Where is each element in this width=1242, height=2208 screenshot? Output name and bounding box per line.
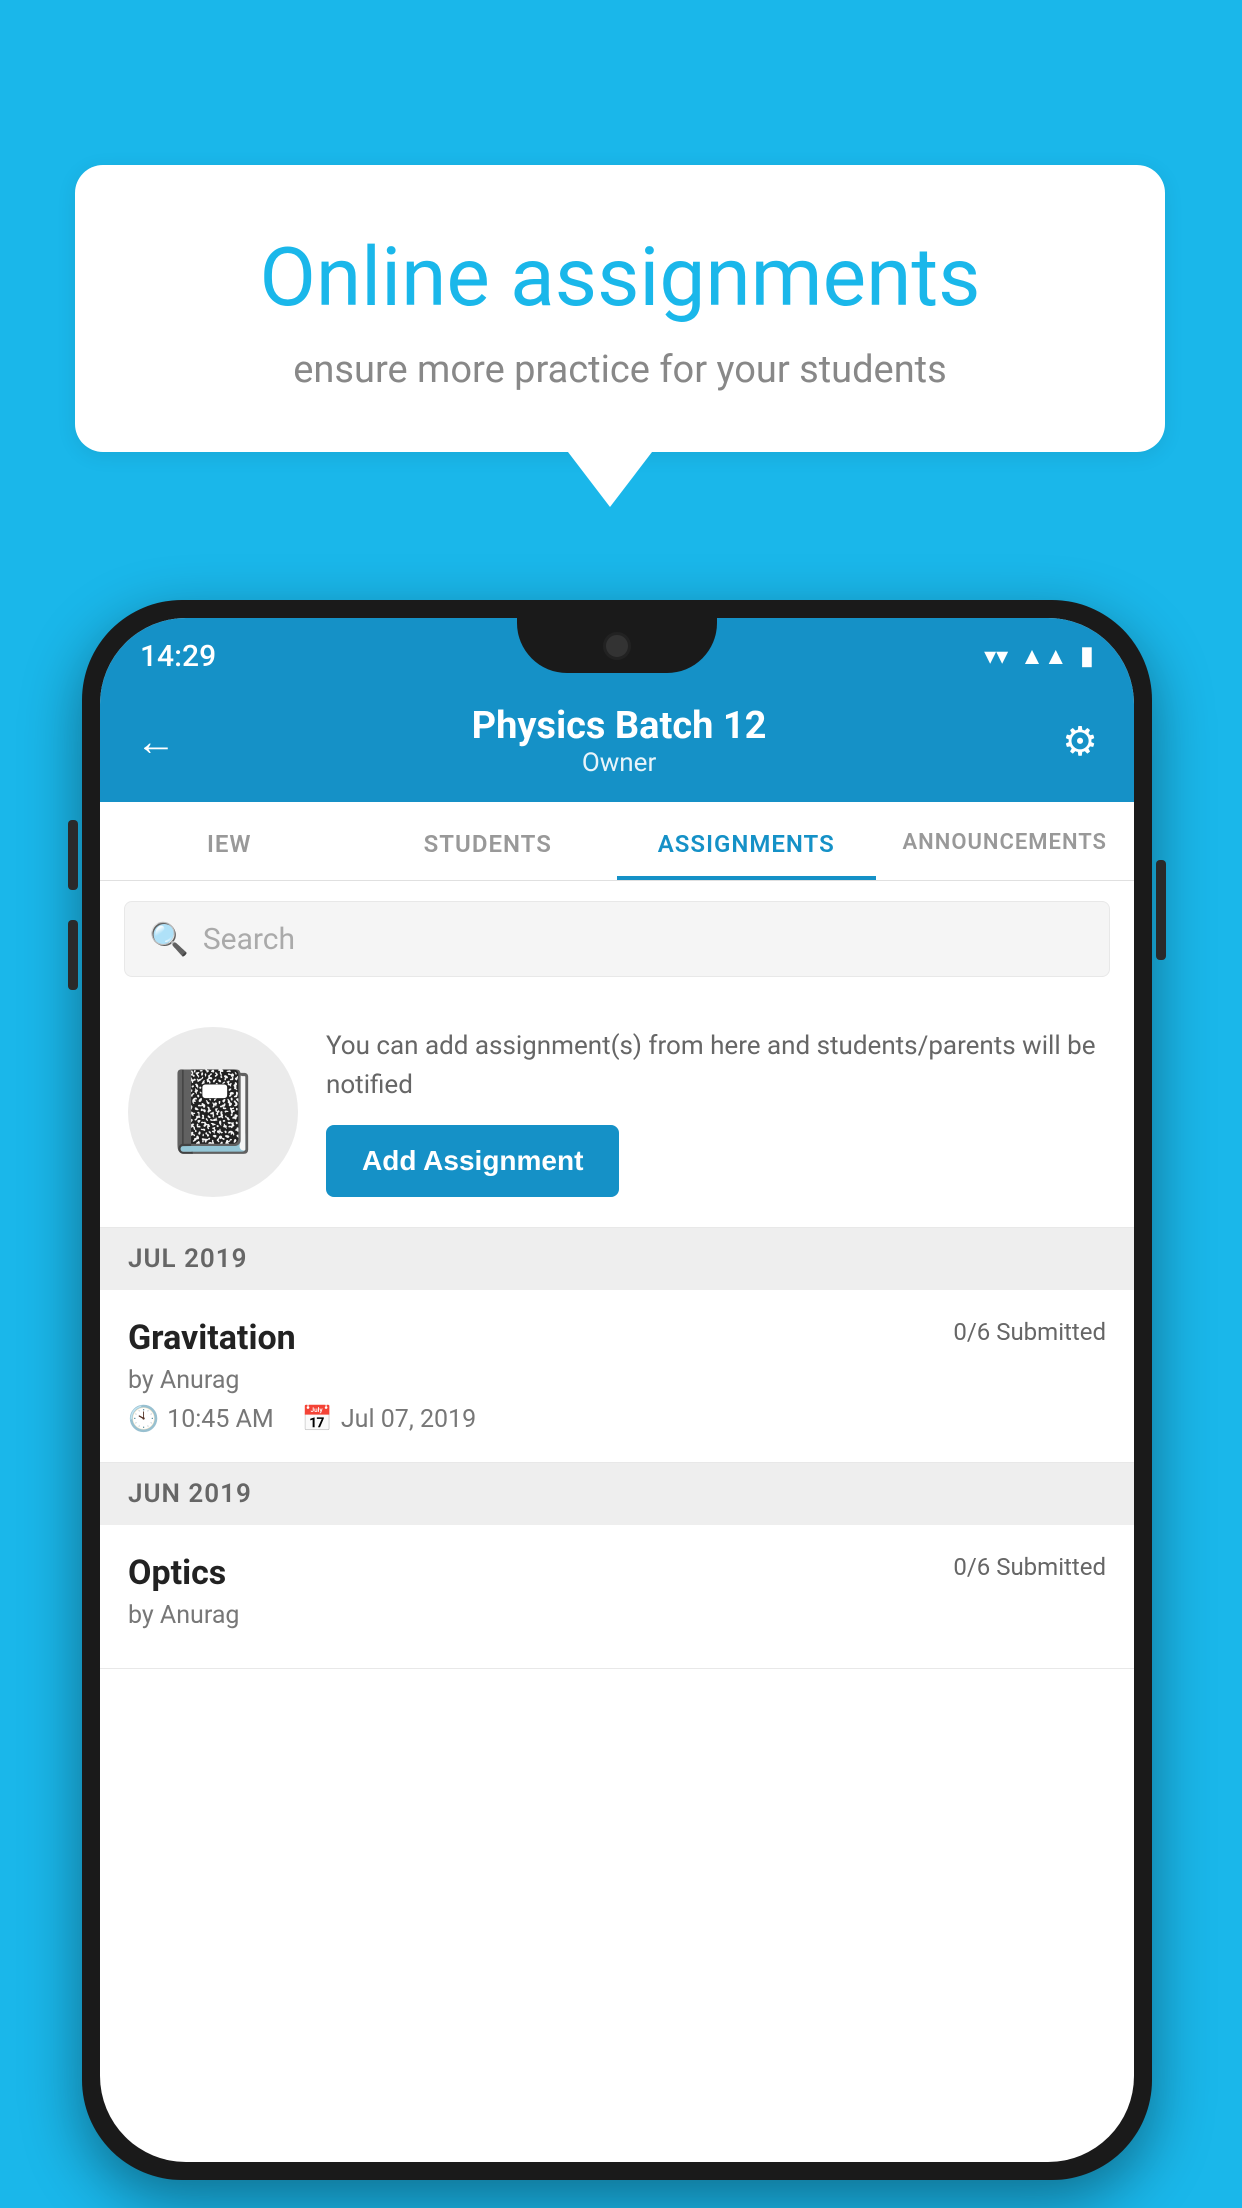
speech-bubble-container: Online assignments ensure more practice …: [75, 165, 1165, 507]
notebook-icon: 📓: [163, 1065, 263, 1159]
assignment-time: 10:45 AM: [167, 1405, 274, 1434]
wifi-icon: ▾▾: [984, 642, 1008, 670]
assignment-name: Gravitation: [128, 1318, 296, 1358]
assignment-date-meta: 📅 Jul 07, 2019: [302, 1405, 476, 1434]
volume-up-button: [68, 820, 78, 890]
assignment-submitted: 0/6 Submitted: [953, 1318, 1106, 1346]
assignment-meta: 🕙 10:45 AM 📅 Jul 07, 2019: [128, 1405, 1106, 1434]
power-button: [1156, 860, 1166, 960]
phone-notch: [517, 618, 717, 673]
status-icons: ▾▾ ▲▲ ▮: [984, 641, 1094, 671]
tab-iew[interactable]: IEW: [100, 802, 359, 880]
assignment-time-meta: 🕙 10:45 AM: [128, 1405, 274, 1434]
camera: [603, 632, 631, 660]
phone-frame: 14:29 ▾▾ ▲▲ ▮ ← Physics Batch 12 Owner ⚙…: [82, 600, 1152, 2180]
header-title-block: Physics Batch 12 Owner: [472, 704, 767, 778]
tabs-bar: IEW STUDENTS ASSIGNMENTS ANNOUNCEMENTS: [100, 802, 1134, 881]
assignment-row1: Gravitation 0/6 Submitted: [128, 1318, 1106, 1358]
battery-icon: ▮: [1080, 641, 1094, 671]
back-button[interactable]: ←: [136, 718, 176, 765]
signal-icon: ▲▲: [1020, 642, 1068, 671]
phone-screen: 14:29 ▾▾ ▲▲ ▮ ← Physics Batch 12 Owner ⚙…: [100, 618, 1134, 2162]
assignment-row1-optics: Optics 0/6 Submitted: [128, 1553, 1106, 1593]
header-title: Physics Batch 12: [472, 704, 767, 748]
add-assignment-section: 📓 You can add assignment(s) from here an…: [100, 997, 1134, 1228]
add-assignment-description: You can add assignment(s) from here and …: [326, 1027, 1106, 1105]
speech-bubble-tail: [568, 452, 652, 507]
assignment-date: Jul 07, 2019: [341, 1405, 476, 1434]
section-header-jun: JUN 2019: [100, 1463, 1134, 1525]
speech-bubble: Online assignments ensure more practice …: [75, 165, 1165, 452]
clock-icon: 🕙: [128, 1405, 159, 1434]
search-container: 🔍 Search: [100, 881, 1134, 997]
search-icon: 🔍: [149, 920, 189, 958]
assignment-by-optics: by Anurag: [128, 1601, 1106, 1630]
header-subtitle: Owner: [472, 748, 767, 778]
add-assignment-button[interactable]: Add Assignment: [326, 1125, 619, 1197]
settings-icon[interactable]: ⚙: [1062, 718, 1098, 765]
app-header: ← Physics Batch 12 Owner ⚙: [100, 686, 1134, 802]
search-box[interactable]: 🔍 Search: [124, 901, 1110, 977]
assignment-name-optics: Optics: [128, 1553, 226, 1593]
assignment-submitted-optics: 0/6 Submitted: [953, 1553, 1106, 1581]
assignment-item-gravitation[interactable]: Gravitation 0/6 Submitted by Anurag 🕙 10…: [100, 1290, 1134, 1463]
add-assignment-right: You can add assignment(s) from here and …: [326, 1027, 1106, 1197]
assignment-icon-circle: 📓: [128, 1027, 298, 1197]
assignment-by: by Anurag: [128, 1366, 1106, 1395]
volume-down-button: [68, 920, 78, 990]
speech-bubble-subtitle: ensure more practice for your students: [155, 348, 1085, 392]
calendar-icon: 📅: [302, 1405, 333, 1434]
tab-announcements[interactable]: ANNOUNCEMENTS: [876, 802, 1135, 880]
tab-students[interactable]: STUDENTS: [359, 802, 618, 880]
assignment-item-optics[interactable]: Optics 0/6 Submitted by Anurag: [100, 1525, 1134, 1669]
speech-bubble-title: Online assignments: [155, 230, 1085, 326]
status-time: 14:29: [140, 639, 216, 674]
tab-assignments[interactable]: ASSIGNMENTS: [617, 802, 876, 880]
section-header-jul: JUL 2019: [100, 1228, 1134, 1290]
search-input[interactable]: Search: [203, 922, 295, 957]
